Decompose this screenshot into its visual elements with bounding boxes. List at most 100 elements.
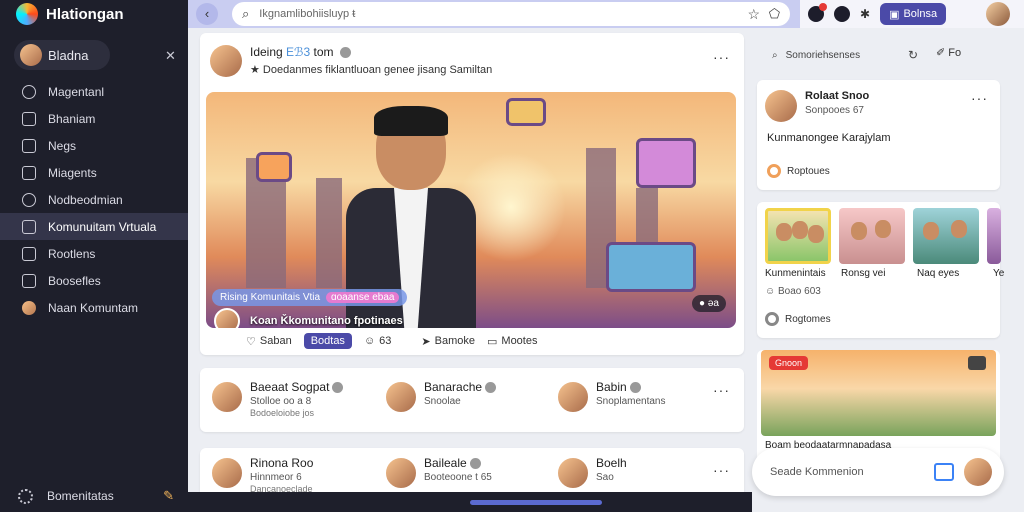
thumbnail-labels: Kunmenintais Ronsg vei Naq eyes Ye <box>765 268 1005 279</box>
search-icon: ⌕ <box>242 6 250 21</box>
search-input[interactable]: ⌕ Ikgnamlibohiisluyp ᵵ ☆ ⬠ <box>232 2 790 26</box>
avatar <box>556 456 590 490</box>
share-icon: ➤ <box>421 335 431 348</box>
reaction-count: ☺ 63 <box>363 335 392 347</box>
list-item[interactable]: Baeaat Sogpat Stolloe oo a 8 Bodoeloiobe … <box>210 380 344 418</box>
feed-post: Ideing Eℬ3 tom ★ Doedanmes fiklantluoan … <box>200 33 744 355</box>
info-icon[interactable] <box>834 6 850 22</box>
sidebar-item-1[interactable]: Bhaniam <box>0 105 188 132</box>
gear-icon <box>18 488 33 504</box>
host-avatar[interactable] <box>214 308 240 328</box>
camera-icon[interactable] <box>934 463 954 481</box>
thumbnail[interactable] <box>987 208 1001 264</box>
viewer-count: ● ǝa <box>692 295 726 312</box>
more-icon[interactable]: ··· <box>713 462 730 478</box>
more-icon[interactable]: ··· <box>713 49 730 65</box>
live-icon: ● <box>699 298 708 309</box>
profile-name: Bladna <box>48 47 89 63</box>
post-author[interactable]: Ideing Eℬ3 tom <box>250 45 492 59</box>
thumbnail-row <box>765 208 1001 264</box>
close-icon[interactable]: ✕ <box>165 48 176 64</box>
sidebar-item-2[interactable]: Negs <box>0 132 188 159</box>
thumbnail[interactable] <box>765 208 831 264</box>
grid-icon <box>22 246 36 261</box>
refresh-icon[interactable]: ↻ <box>908 48 918 62</box>
scroll-handle[interactable] <box>470 500 602 505</box>
like-button[interactable]: ♡ Saban <box>246 335 292 348</box>
sidebar-item-0[interactable]: Magentanl <box>0 78 188 105</box>
user-avatar[interactable] <box>986 2 1010 26</box>
clock-icon <box>22 192 36 207</box>
emoji-icon: ☺ <box>765 286 778 297</box>
top-action-button[interactable]: ▣ Bolnsa <box>880 3 947 25</box>
avatar[interactable] <box>765 90 797 122</box>
community-chip[interactable]: Rising Komunitais Vtia ɑoaanse ebaa <box>212 289 408 306</box>
verified-icon <box>332 382 344 394</box>
more-icon[interactable]: ··· <box>971 90 988 106</box>
floating-screen <box>506 98 546 126</box>
sidebar-item-5[interactable]: Komunuitam Vrtuala <box>0 213 188 240</box>
search-icon: ⌕ <box>772 49 778 61</box>
footer-label: Bomenitatas <box>47 489 114 503</box>
back-icon[interactable]: ‹ <box>196 3 218 25</box>
reaction-row[interactable]: Roptoues <box>767 164 830 178</box>
profile-chip[interactable]: Bladna <box>14 40 110 70</box>
sidebar-item-4[interactable]: Nodbeodmian <box>0 186 188 213</box>
right-card-gallery: Kunmenintais Ronsg vei Naq eyes Ye ☺ Boa… <box>757 202 1004 338</box>
brand[interactable]: Hlationgan <box>0 0 188 28</box>
sidebar-item-3[interactable]: Miagents <box>0 159 188 186</box>
author-avatar[interactable] <box>210 45 242 77</box>
camera-icon: ▣ <box>889 8 900 21</box>
post-image[interactable]: Rising Komunitais Vtia ɑoaanse ebaa Koan… <box>206 92 736 328</box>
star-icon: ★ <box>250 64 263 76</box>
floating-screen <box>606 242 696 292</box>
list-item[interactable]: Babin Snoplamentans <box>556 380 666 414</box>
edit-icon: ✐ <box>936 47 949 59</box>
verified-icon <box>485 382 497 394</box>
layers-icon <box>22 273 36 288</box>
avatar <box>556 380 590 414</box>
star-icon[interactable]: ☆ <box>747 6 760 23</box>
sidebar-footer[interactable]: Bomenitatas ✎ <box>18 488 174 504</box>
sidebar-item-6[interactable]: Rootlens <box>0 240 188 267</box>
comment-button[interactable]: ▭ Mootes <box>487 335 537 348</box>
create-post-button[interactable]: ✐ Fo <box>936 46 961 59</box>
floating-screen <box>636 138 696 188</box>
app-logo-icon <box>16 3 38 25</box>
sidebar-item-8[interactable]: Naan Komuntam <box>0 294 188 321</box>
sidebar-item-7[interactable]: Boosefles <box>0 267 188 294</box>
share-button[interactable]: ➤ Bamoke <box>421 335 475 348</box>
post-caption: ★ Doedanmes fiklantluoan genee jisang Sa… <box>250 64 493 76</box>
right-search-input[interactable]: ⌕ Somoriehsenses ↻ <box>764 42 926 68</box>
floating-screen <box>256 152 292 182</box>
comment-input[interactable]: Seade Kommenion <box>752 448 1004 496</box>
bottom-bar <box>188 492 752 512</box>
gallery-footer[interactable]: Rogtomes <box>765 312 831 326</box>
react-button[interactable]: Bodtas <box>303 333 352 349</box>
app-title: Hlationgan <box>46 5 124 23</box>
list-item[interactable]: Baileale Booteoone t 65 <box>384 456 492 490</box>
message-icon <box>22 138 36 153</box>
thumbnail[interactable] <box>913 208 979 264</box>
avatar <box>210 380 244 414</box>
camera-icon <box>968 356 986 370</box>
more-icon[interactable]: ··· <box>713 382 730 398</box>
extension-icon[interactable]: ⬠ <box>769 6 780 22</box>
list-item[interactable]: Rinona Roo Hinnmeor 6 Dancanoeclade <box>210 456 313 494</box>
avatar <box>384 380 418 414</box>
list-item[interactable]: Boelh Sao <box>556 456 627 490</box>
top-bar: ‹ ⌕ Ikgnamlibohiisluyp ᵵ ☆ ⬠ ✱ ▣ Bolnsa <box>188 0 1024 28</box>
avatar[interactable] <box>964 458 992 486</box>
thumbnail[interactable] <box>839 208 905 264</box>
pencil-icon[interactable]: ✎ <box>163 488 174 504</box>
notification-icon[interactable] <box>808 3 827 22</box>
circle-icon <box>765 312 779 326</box>
search-placeholder: Ikgnamlibohiisluyp ᵵ <box>259 8 356 20</box>
settings-icon[interactable]: ✱ <box>860 7 870 21</box>
verified-icon <box>469 458 481 470</box>
list-item[interactable]: Banarache Snoolae <box>384 380 497 414</box>
card-header: Rolaat Snoo Sonpooes 67 <box>765 90 869 122</box>
community-icon <box>22 219 36 234</box>
reaction-icon <box>767 164 781 178</box>
box-icon <box>22 165 36 180</box>
